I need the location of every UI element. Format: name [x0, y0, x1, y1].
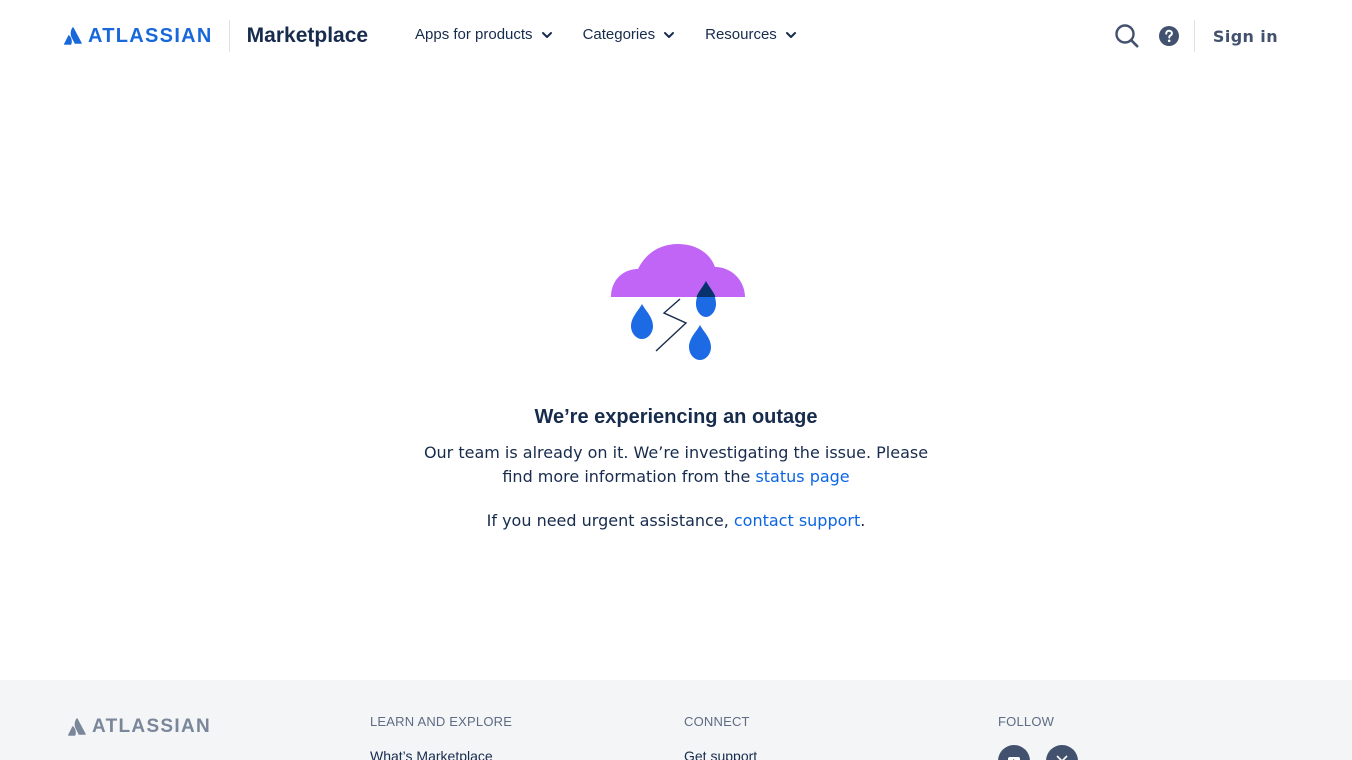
footer-brand[interactable]: ATLASSIAN: [68, 716, 211, 738]
main-nav: Apps for products Categories Resources: [415, 26, 827, 43]
nav-categories[interactable]: Categories: [583, 26, 676, 43]
storm-cloud-icon: [611, 244, 745, 360]
outage-title: We’re experiencing an outage: [534, 406, 818, 428]
atlassian-logo-icon: [68, 718, 86, 736]
nav-label: Categories: [582, 26, 656, 43]
footer-heading: LEARN AND EXPLORE: [370, 714, 513, 729]
chevron-down-icon: [785, 31, 796, 38]
outage-message-text: Our team is already on it. We’re investi…: [423, 443, 929, 486]
nav-apps-for-products[interactable]: Apps for products: [415, 26, 553, 43]
product-name: Marketplace: [246, 24, 369, 47]
search-button[interactable]: [1114, 23, 1140, 49]
question-circle-icon: [1158, 26, 1179, 46]
x-icon: [1056, 755, 1068, 760]
status-page-link[interactable]: status page: [755, 467, 849, 486]
header-actions: Sign in: [1114, 20, 1278, 52]
brand-wordmark: ATLASSIAN: [88, 24, 213, 47]
sign-in-button[interactable]: Sign in: [1213, 27, 1278, 46]
urgent-suffix: .: [860, 511, 866, 530]
footer-heading: FOLLOW: [998, 714, 1055, 729]
footer-link-whats-marketplace[interactable]: What’s Marketplace: [370, 748, 512, 760]
youtube-icon: [1008, 757, 1020, 760]
search-icon: [1115, 24, 1139, 48]
chevron-down-icon: [541, 31, 552, 38]
brand[interactable]: ATLASSIAN Marketplace: [64, 20, 368, 52]
header-divider: [1193, 20, 1195, 52]
footer-col-connect: CONNECT Get support: [684, 714, 757, 760]
nav-resources[interactable]: Resources: [705, 26, 797, 43]
nav-label: Apps for products: [415, 26, 533, 43]
chevron-down-icon: [664, 31, 675, 38]
footer-col-learn: LEARN AND EXPLORE What’s Marketplace: [370, 714, 512, 760]
youtube-button[interactable]: [998, 745, 1030, 760]
nav-label: Resources: [705, 26, 777, 43]
atlassian-logo-icon: [64, 27, 82, 45]
footer-heading: CONNECT: [684, 714, 750, 729]
urgent-text: If you need urgent assistance,: [486, 511, 734, 530]
footer-link-get-support[interactable]: Get support: [684, 748, 757, 760]
social-links: [998, 745, 1094, 760]
top-navigation: ATLASSIAN Marketplace Apps for products …: [0, 0, 1352, 72]
footer-wordmark: ATLASSIAN: [92, 716, 212, 737]
x-button[interactable]: [1046, 745, 1078, 760]
footer-col-follow: FOLLOW: [998, 714, 1094, 760]
outage-message: Our team is already on it. We’re investi…: [416, 441, 936, 489]
footer: ATLASSIAN LEARN AND EXPLORE What’s Marke…: [0, 680, 1352, 760]
brand-divider: [228, 20, 230, 52]
urgent-assistance: If you need urgent assistance, contact s…: [0, 509, 1352, 533]
help-button[interactable]: [1156, 23, 1182, 49]
contact-support-link[interactable]: contact support: [734, 511, 860, 530]
